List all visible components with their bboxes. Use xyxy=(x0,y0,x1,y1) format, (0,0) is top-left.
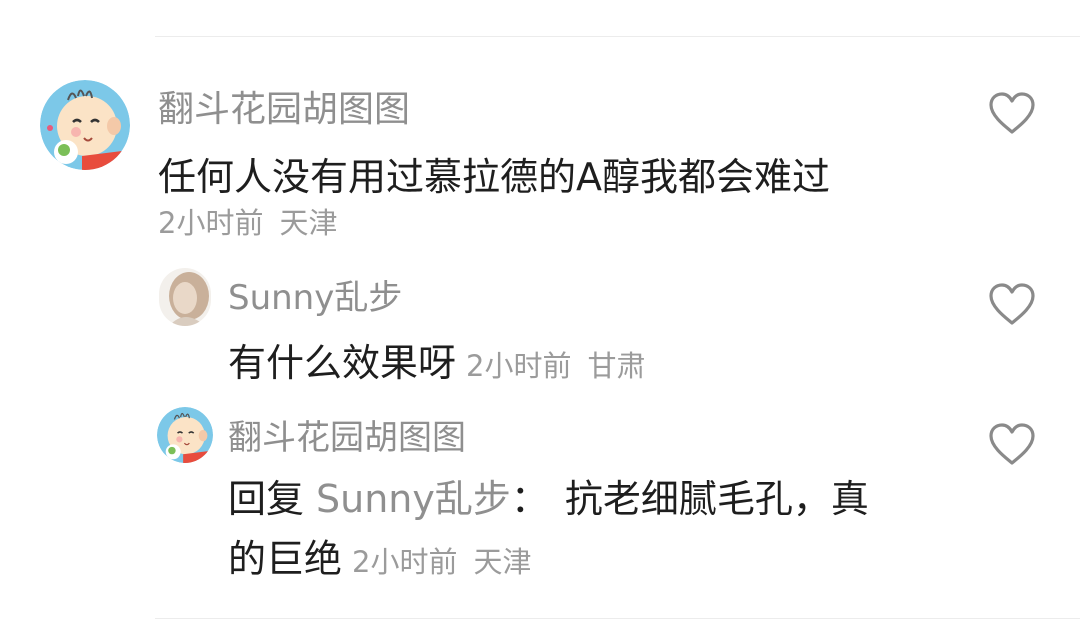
reply-line: 的巨绝 2小时前 天津 xyxy=(228,528,531,583)
heart-outline-icon[interactable] xyxy=(987,421,1037,467)
username[interactable]: Sunny乱步 xyxy=(228,270,402,319)
reply-meta: 2小时前 天津 xyxy=(352,545,531,579)
avatar[interactable] xyxy=(40,80,130,170)
reply-text: 的巨绝 xyxy=(228,537,343,581)
reply-text: 有什么效果呀 xyxy=(228,341,457,385)
reply-text: 抗老细腻毛孔，真 xyxy=(564,477,869,521)
comment-text: 任何人没有用过慕拉德的A醇我都会难过 xyxy=(158,155,830,199)
bottom-divider xyxy=(155,618,1080,619)
avatar[interactable] xyxy=(157,407,213,463)
username[interactable]: 翻斗花园胡图图 xyxy=(228,410,466,459)
comment-meta: 2小时前 天津 xyxy=(158,200,337,242)
heart-outline-icon[interactable] xyxy=(987,90,1037,136)
reply-time: 2小时前 xyxy=(466,349,572,383)
reply-line: 回复 Sunny乱步： 抗老细腻毛孔，真 xyxy=(228,468,869,523)
reply-prefix: 回复 xyxy=(228,477,305,521)
comment-time: 2小时前 xyxy=(158,206,264,240)
reply-colon: ： xyxy=(510,477,549,521)
reply-time: 2小时前 xyxy=(352,545,458,579)
top-divider xyxy=(155,36,1080,37)
heart-outline-icon[interactable] xyxy=(987,281,1037,327)
reply-location: 甘肃 xyxy=(587,349,646,383)
reply-meta: 2小时前 甘肃 xyxy=(466,349,645,383)
username[interactable]: 翻斗花园胡图图 xyxy=(158,80,410,132)
reply-location: 天津 xyxy=(473,545,532,579)
reply-line: 有什么效果呀 2小时前 甘肃 xyxy=(228,332,645,387)
avatar[interactable] xyxy=(159,268,211,326)
comment-location: 天津 xyxy=(279,206,338,240)
reply-target-username[interactable]: Sunny乱步 xyxy=(316,477,511,521)
